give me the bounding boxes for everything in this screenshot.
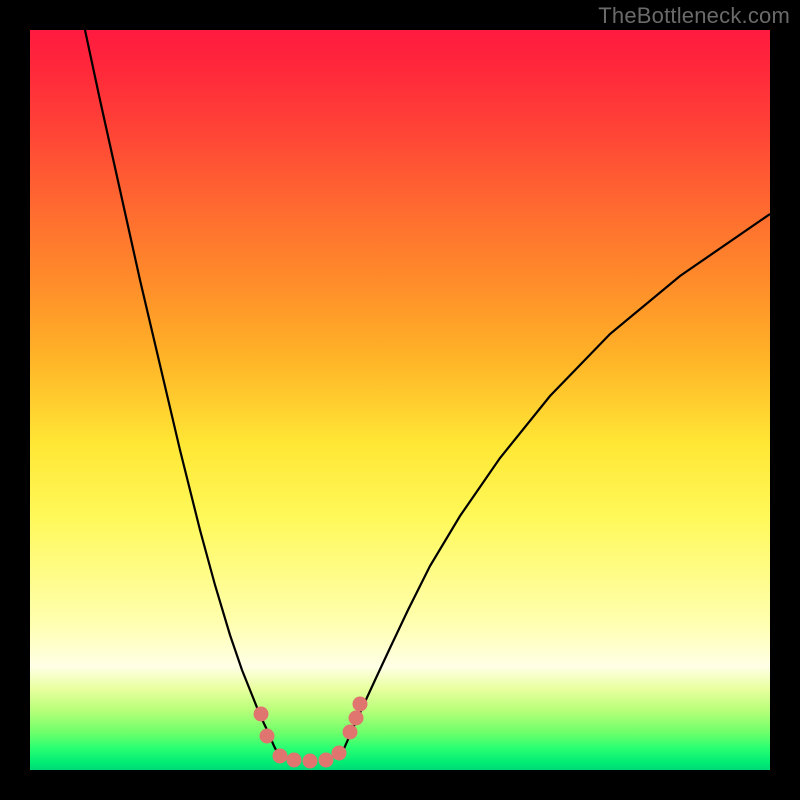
trough-marker [254,707,269,722]
trough-marker [349,711,364,726]
trough-marker [353,697,368,712]
plot-area [30,30,770,770]
chart-frame: TheBottleneck.com [0,0,800,800]
trough-marker-group [254,697,368,769]
trough-marker [332,746,347,761]
trough-marker [303,754,318,769]
trough-marker [319,753,334,768]
trough-marker [273,749,288,764]
watermark-text: TheBottleneck.com [598,3,790,29]
curve-svg [30,30,770,770]
curve-left-branch [85,30,280,758]
trough-marker [260,729,275,744]
trough-marker [287,753,302,768]
curve-right-branch [340,214,770,758]
trough-marker [343,725,358,740]
